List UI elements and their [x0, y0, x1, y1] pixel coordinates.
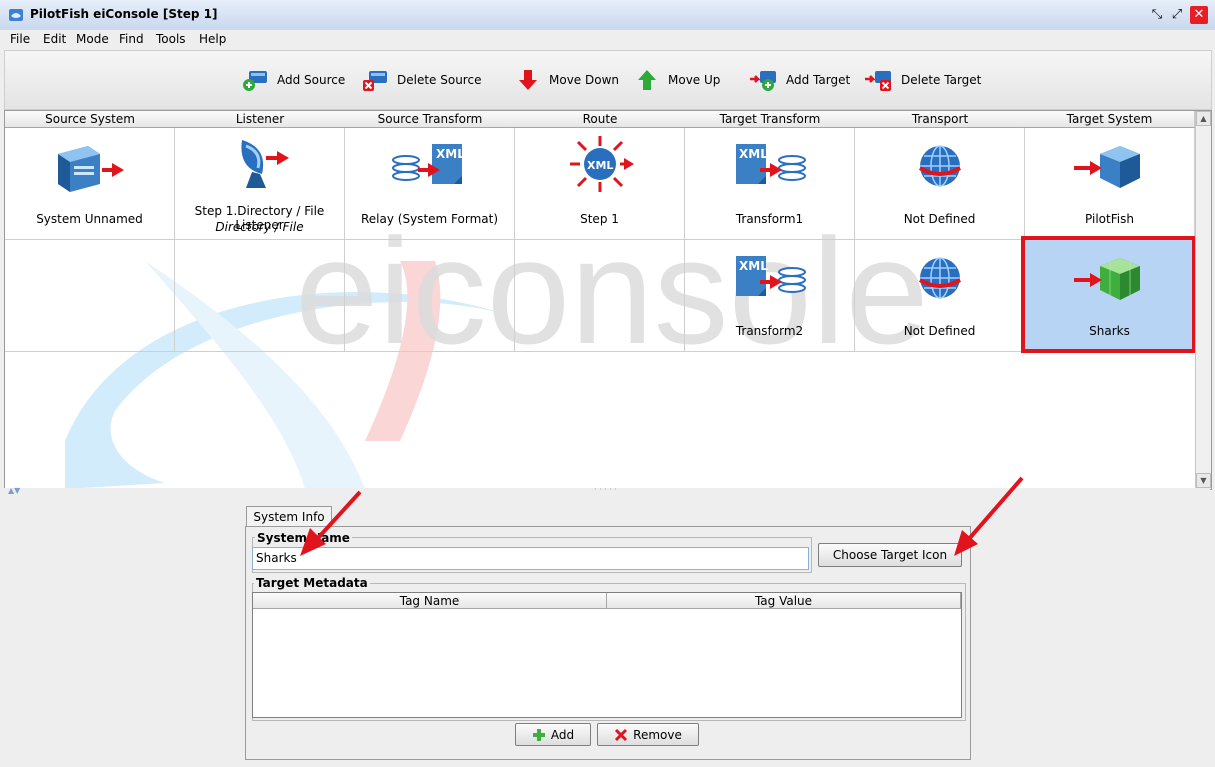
target-metadata-label: Target Metadata: [254, 576, 370, 590]
scroll-up-icon[interactable]: ▲: [1196, 111, 1211, 126]
cell-listener[interactable]: Step 1.Directory / File Listener Directo…: [175, 128, 345, 240]
panel-splitter[interactable]: ▲▼ · · · · ·: [4, 485, 1210, 496]
grid-scrollbar[interactable]: ▲ ▼: [1195, 111, 1211, 489]
transport-1-label: Not Defined: [903, 212, 976, 226]
cell-empty: [345, 240, 515, 352]
close-icon[interactable]: ✕: [1190, 6, 1208, 24]
add-source-icon: [243, 71, 267, 91]
svg-text:XML: XML: [739, 147, 768, 161]
move-up-button[interactable]: Move Up: [632, 65, 720, 95]
title-bar: PilotFish eiConsole [Step 1] ⤡ ⤢ ✕: [0, 0, 1215, 31]
delete-target-icon: [865, 71, 891, 91]
menu-edit[interactable]: Edit: [43, 32, 66, 46]
cell-empty: [175, 240, 345, 352]
globe-icon: [918, 257, 961, 299]
col-source-system[interactable]: Source System: [5, 111, 176, 128]
delete-source-icon: [363, 71, 387, 91]
move-down-label: Move Down: [549, 73, 619, 87]
col-tag-name[interactable]: Tag Name: [253, 593, 607, 609]
target-transform-2-label: Transform2: [735, 324, 804, 338]
system-info-panel: System Name Sharks Choose Target Icon Ta…: [245, 526, 971, 760]
add-button-label: Add: [550, 727, 575, 742]
plus-icon: [532, 728, 545, 741]
remove-x-icon: [615, 728, 628, 741]
add-source-button[interactable]: Add Source: [241, 65, 345, 95]
remove-button[interactable]: Remove: [597, 723, 699, 746]
arrow-up-icon: [638, 70, 656, 90]
col-target-system[interactable]: Target System: [1025, 111, 1195, 128]
splitter-grip-icon[interactable]: · · · · ·: [594, 485, 617, 494]
system-name-field[interactable]: Sharks: [252, 547, 809, 570]
cell-target-transform-2[interactable]: XML Transform2: [685, 240, 855, 352]
toolbar: Add Source Delete Source Move Down Move …: [4, 50, 1212, 110]
target-transform-1-label: Transform1: [735, 212, 804, 226]
col-transport[interactable]: Transport: [855, 111, 1026, 128]
add-target-label: Add Target: [786, 73, 851, 87]
blue-cube-icon: [1073, 146, 1140, 188]
transport-2-label: Not Defined: [903, 324, 976, 338]
server-icon: [57, 146, 124, 192]
choose-target-icon-button[interactable]: Choose Target Icon: [818, 543, 962, 567]
route-label: Step 1: [580, 212, 619, 226]
window-title: PilotFish eiConsole [Step 1]: [30, 7, 218, 21]
cell-empty: [515, 240, 685, 352]
col-tag-value[interactable]: Tag Value: [607, 593, 961, 609]
menu-find[interactable]: Find: [119, 32, 144, 46]
selection-highlight: [1021, 236, 1196, 353]
cell-transport-1[interactable]: Not Defined: [855, 128, 1025, 240]
col-listener[interactable]: Listener: [175, 111, 346, 128]
move-down-button[interactable]: Move Down: [513, 65, 619, 95]
source-transform-label: Relay (System Format): [361, 212, 498, 226]
arrow-down-icon: [519, 70, 537, 90]
menu-file[interactable]: File: [10, 32, 30, 46]
add-button[interactable]: Add: [515, 723, 591, 746]
col-target-transform[interactable]: Target Transform: [685, 111, 856, 128]
satellite-dish-icon: [240, 140, 289, 188]
collapse-arrows-icon[interactable]: ▲▼: [8, 486, 20, 495]
metadata-table[interactable]: Tag Name Tag Value: [252, 592, 962, 718]
source-system-label: System Unnamed: [36, 212, 143, 226]
xml-transform-icon: XML: [735, 256, 806, 296]
menu-tools[interactable]: Tools: [156, 32, 186, 46]
add-target-button[interactable]: Add Target: [750, 65, 850, 95]
menu-help[interactable]: Help: [199, 32, 226, 46]
cell-source-system[interactable]: System Unnamed: [5, 128, 175, 240]
cell-target-system-1[interactable]: PilotFish: [1025, 128, 1195, 240]
listener-sublabel: Directory / File: [215, 220, 304, 234]
app-icon: [9, 9, 23, 21]
add-target-icon: [750, 71, 776, 91]
system-name-label: System Name: [255, 531, 352, 545]
cell-target-transform-1[interactable]: XML Transform1: [685, 128, 855, 240]
route-grid: eiconsole Source System Listener Source …: [4, 110, 1212, 490]
svg-text:XML: XML: [436, 147, 465, 161]
xml-route-icon: XML: [569, 136, 634, 192]
target-system-1-label: PilotFish: [1085, 212, 1134, 226]
restore-icon[interactable]: ⤡: [1148, 6, 1166, 24]
delete-target-label: Delete Target: [901, 73, 982, 87]
svg-text:XML: XML: [587, 159, 613, 172]
cell-empty: [5, 240, 175, 352]
maximize-icon[interactable]: ⤢: [1168, 6, 1186, 24]
xml-transform-icon: XML: [391, 144, 465, 184]
move-up-label: Move Up: [668, 73, 721, 87]
col-source-transform[interactable]: Source Transform: [345, 111, 516, 128]
globe-icon: [918, 145, 961, 187]
menu-mode[interactable]: Mode: [76, 32, 109, 46]
scroll-down-icon[interactable]: ▼: [1196, 473, 1211, 488]
remove-button-label: Remove: [633, 727, 682, 742]
svg-text:XML: XML: [739, 259, 768, 273]
delete-target-button[interactable]: Delete Target: [865, 65, 981, 95]
col-route[interactable]: Route: [515, 111, 686, 128]
cell-transport-2[interactable]: Not Defined: [855, 240, 1025, 352]
menu-bar: File Edit Mode Find Tools Help: [0, 30, 1215, 50]
xml-transform-icon: XML: [735, 144, 806, 184]
cell-source-transform[interactable]: XML Relay (System Format): [345, 128, 515, 240]
cell-route[interactable]: XML Step 1: [515, 128, 685, 240]
tab-system-info[interactable]: System Info: [246, 506, 332, 527]
delete-source-button[interactable]: Delete Source: [361, 65, 481, 95]
delete-source-label: Delete Source: [397, 73, 482, 87]
add-source-label: Add Source: [277, 73, 346, 87]
